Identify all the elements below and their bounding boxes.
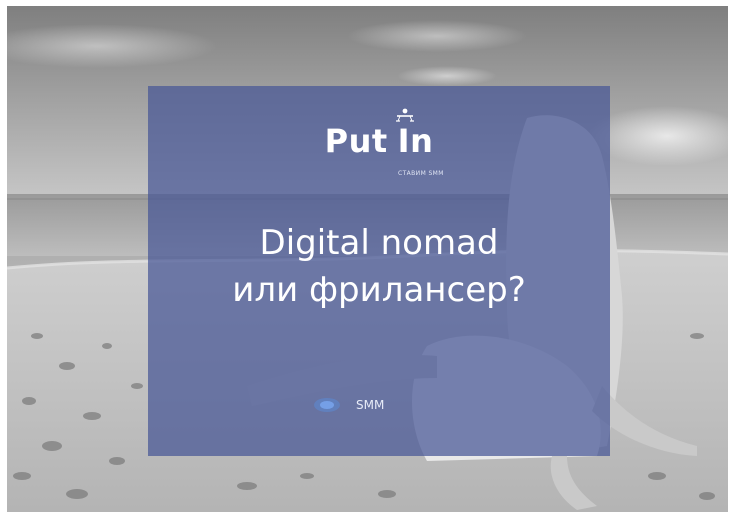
logo-word-put: Put: [324, 122, 388, 160]
overlay-card: Put In СТАВИМ SMM Digital nomad или фрила…: [148, 86, 610, 456]
category-label: SMM: [356, 398, 385, 412]
cloud: [397, 66, 497, 86]
brand-logo: Put In: [148, 108, 610, 160]
logo-word-in: In: [395, 108, 434, 160]
blue-glow-icon: [314, 398, 340, 412]
person-figure-icon: [395, 108, 414, 122]
cloud: [347, 20, 527, 52]
headline-line-2: или фрилансер?: [232, 270, 526, 310]
logo-tagline: СТАВИМ SMM: [398, 170, 444, 177]
headline: Digital nomad или фрилансер?: [148, 220, 610, 314]
headline-line-1: Digital nomad: [259, 223, 499, 263]
page: Put In СТАВИМ SMM Digital nomad или фрила…: [0, 0, 735, 519]
